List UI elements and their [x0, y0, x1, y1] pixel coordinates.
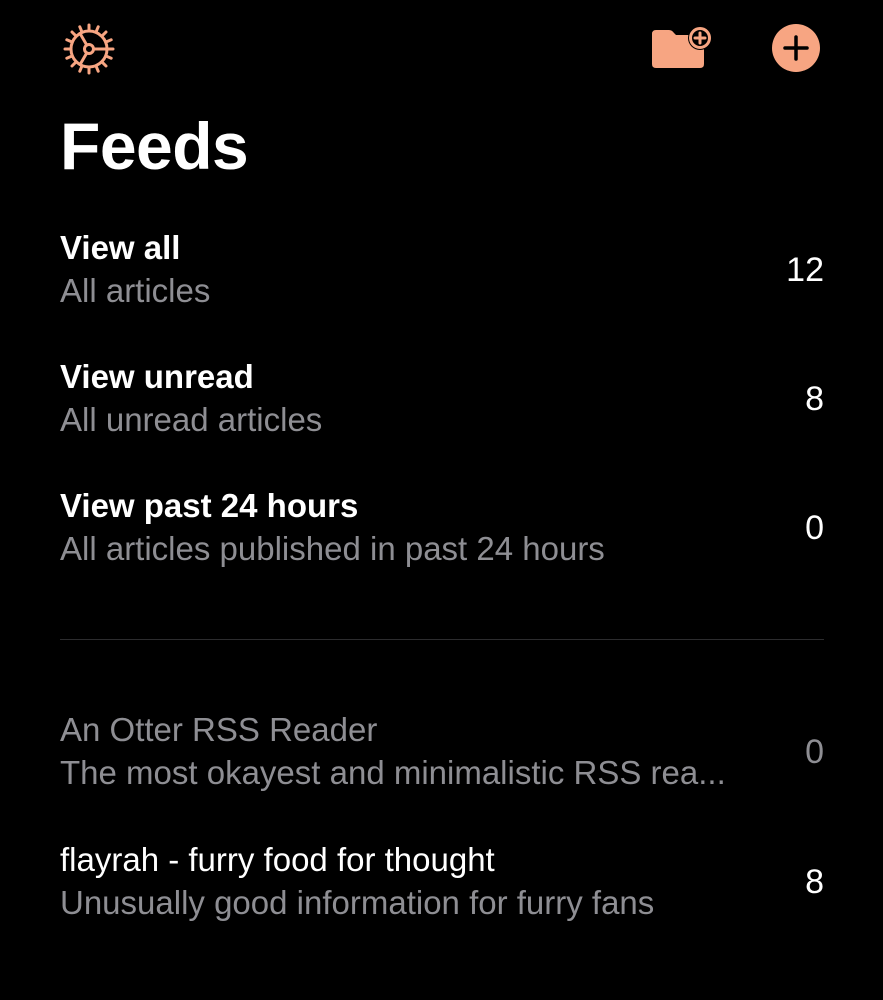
- row-title: View past 24 hours: [60, 487, 359, 524]
- add-feed-button[interactable]: [771, 23, 821, 73]
- settings-button[interactable]: [62, 22, 116, 76]
- plus-circle-icon: [772, 24, 820, 72]
- unread-count: 8: [805, 380, 824, 418]
- row-subtitle: Unusually good information for furry fan…: [60, 884, 655, 921]
- new-folder-button[interactable]: [649, 24, 715, 72]
- feed-item-otter-rss-reader[interactable]: An Otter RSS Reader The most okayest and…: [60, 710, 824, 820]
- row-subtitle: All articles published in past 24 hours: [60, 530, 605, 567]
- folder-plus-icon: [652, 26, 712, 68]
- row-subtitle: All unread articles: [60, 401, 323, 438]
- gear-icon: [63, 23, 115, 75]
- row-title: An Otter RSS Reader: [60, 711, 378, 748]
- unread-count: 0: [805, 733, 824, 771]
- unread-count: 8: [805, 863, 824, 901]
- toolbar: [0, 0, 883, 100]
- page-title: Feeds: [60, 109, 249, 183]
- unread-count: 0: [805, 509, 824, 547]
- smart-feed-view-past-24-hours[interactable]: View past 24 hours All articles publishe…: [60, 486, 824, 596]
- row-subtitle: All articles: [60, 272, 211, 309]
- unread-count: 12: [786, 251, 824, 289]
- smart-feed-view-all[interactable]: View all All articles 12: [60, 228, 824, 338]
- row-subtitle: The most okayest and minimalistic RSS re…: [60, 754, 726, 791]
- smart-feed-view-unread[interactable]: View unread All unread articles 8: [60, 357, 824, 467]
- section-divider: [60, 639, 824, 640]
- row-title: flayrah - furry food for thought: [60, 841, 495, 878]
- row-title: View all: [60, 229, 181, 266]
- feed-item-flayrah[interactable]: flayrah - furry food for thought Unusual…: [60, 840, 824, 950]
- row-title: View unread: [60, 358, 254, 395]
